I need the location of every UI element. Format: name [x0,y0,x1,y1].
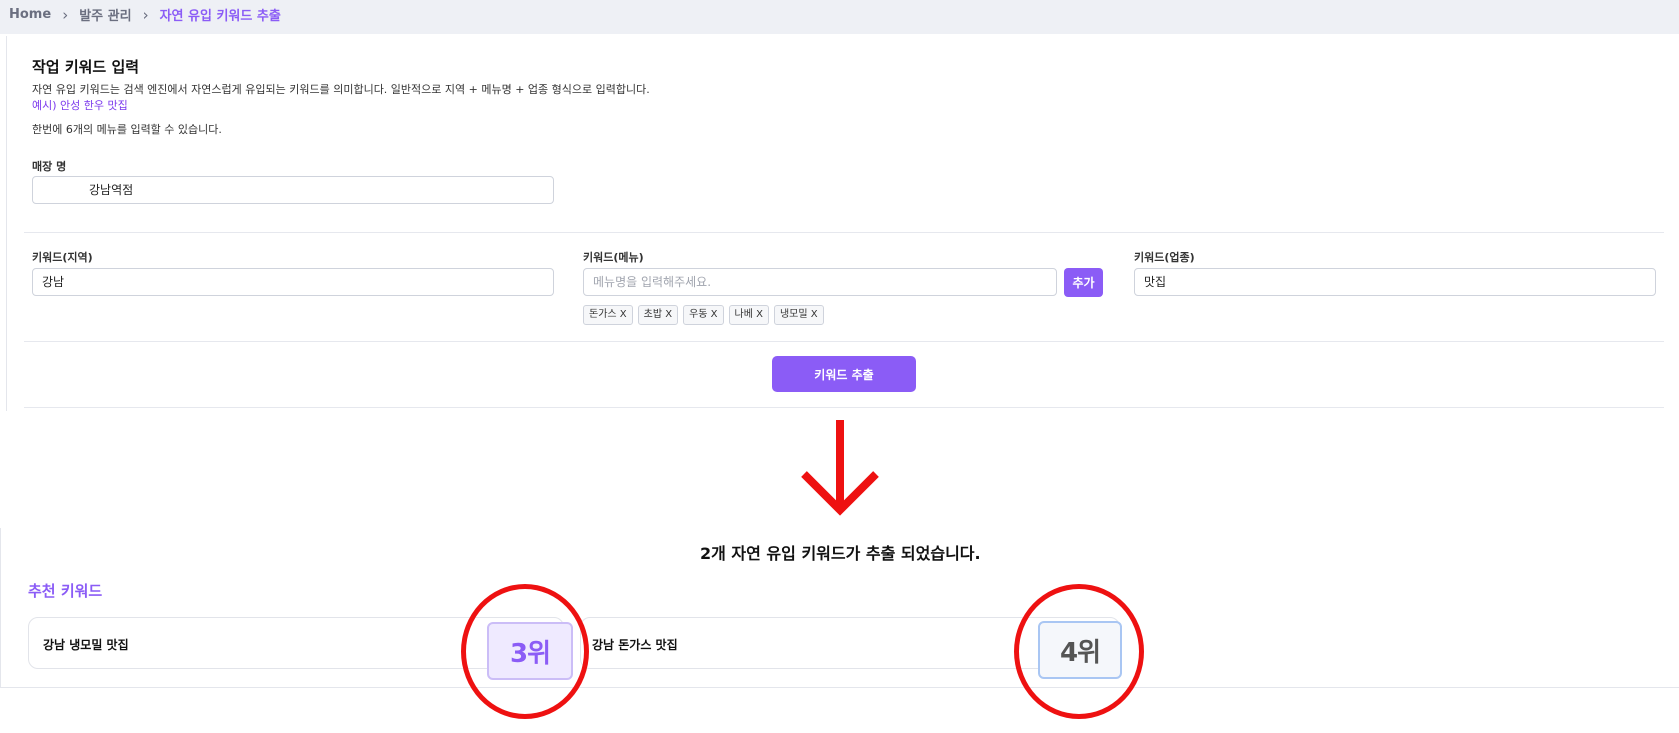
keyword-result-text: 강남 돈가스 맛집 [592,638,678,652]
add-menu-button[interactable]: 추가 [1064,268,1103,297]
menu-tag[interactable]: 나베 X [728,305,769,325]
region-keyword-input[interactable]: 강남 [32,268,554,296]
extract-keywords-button[interactable]: 키워드 추출 [772,356,916,392]
menu-keyword-label: 키워드(메뉴) [583,251,644,264]
menu-tag[interactable]: 우동 X [683,305,724,325]
example-text: 예시) 안성 한우 맛집 [32,99,128,112]
breadcrumb-current: 자연 유입 키워드 추출 [159,9,281,24]
result-message: 2개 자연 유입 키워드가 추출 되었습니다. [700,544,981,563]
keyword-input-card: 작업 키워드 입력 자연 유입 키워드는 검색 엔진에서 자연스럽게 유입되는 … [6,36,1679,411]
page-title: 작업 키워드 입력 [32,58,140,76]
menu-keyword-input[interactable]: 메뉴명을 입력해주세요. [583,268,1057,296]
menu-tag[interactable]: 돈가스 X [583,305,633,325]
category-keyword-label: 키워드(업종) [1134,251,1195,264]
keyword-result-text: 강남 냉모밀 맛집 [43,638,129,652]
menu-tag-list: 돈가스 X 초밥 X 우동 X 나베 X 냉모밀 X [583,305,824,325]
menu-tag[interactable]: 초밥 X [637,305,679,325]
divider [24,341,1664,342]
region-keyword-label: 키워드(지역) [32,251,93,264]
limit-note: 한번에 6개의 메뉴를 입력할 수 있습니다. [32,123,222,136]
annotation-circle [461,584,589,719]
chevron-right-icon: › [142,5,149,24]
breadcrumb-order-management[interactable]: 발주 관리 [79,5,131,24]
topbar: Home › 발주 관리 › 자연 유입 키워드 추출 [0,0,1679,34]
divider [24,407,1664,408]
breadcrumb-home[interactable]: Home [9,7,51,22]
store-name-field[interactable]: 강남역점 [32,176,554,204]
menu-tag[interactable]: 냉모밀 X [773,305,824,325]
breadcrumb: Home › 발주 관리 › 자연 유입 키워드 추출 [9,5,281,25]
recommended-keywords-title: 추천 키워드 [28,582,103,600]
category-keyword-input[interactable]: 맛집 [1134,268,1656,296]
annotation-circle [1014,584,1144,719]
chevron-right-icon: › [62,5,69,24]
description-text: 자연 유입 키워드는 검색 엔진에서 자연스럽게 유입되는 키워드를 의미합니다… [32,83,650,96]
store-name-label: 매장 명 [32,160,67,173]
divider [24,232,1664,233]
arrow-down-icon [801,420,879,516]
